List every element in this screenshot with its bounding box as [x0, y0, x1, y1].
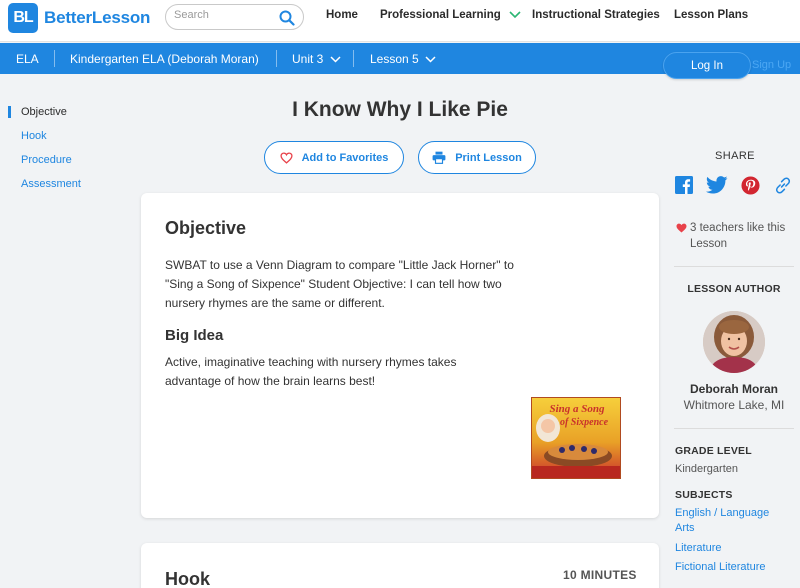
sidenav-procedure[interactable]: Procedure [21, 154, 72, 166]
nav-home[interactable]: Home [326, 9, 358, 21]
link-icon[interactable] [773, 176, 793, 195]
print-lesson-label: Print Lesson [455, 151, 522, 164]
grade-level-label: GRADE LEVEL [675, 445, 752, 457]
heart-icon [676, 223, 687, 233]
chevron-down-icon [330, 56, 341, 63]
top-navigation: BL BetterLesson Home Professional Learni… [0, 0, 800, 42]
add-to-favorites-button[interactable]: Add to Favorites [264, 141, 404, 174]
big-idea-heading: Big Idea [165, 327, 224, 344]
author-name[interactable]: Deborah Moran [674, 382, 794, 396]
search-icon[interactable] [279, 10, 295, 26]
chevron-down-icon [425, 56, 436, 63]
sidenav-assessment[interactable]: Assessment [21, 178, 81, 190]
facebook-icon[interactable] [675, 176, 693, 194]
login-button[interactable]: Log In [663, 52, 751, 79]
search-input[interactable] [174, 9, 274, 21]
breadcrumb-unit[interactable]: Unit 3 [292, 52, 341, 66]
big-idea-text: Active, imaginative teaching with nurser… [165, 355, 457, 388]
likes-count: 3 teachers like this Lesson [690, 222, 786, 250]
printer-icon [432, 151, 446, 164]
subject-link-literature[interactable]: Literature [675, 541, 721, 556]
breadcrumb-course[interactable]: Kindergarten ELA (Deborah Moran) [70, 52, 259, 66]
heart-outline-icon [280, 151, 293, 164]
grade-level-value: Kindergarten [675, 463, 738, 475]
search-box [165, 4, 304, 30]
active-section-indicator [8, 106, 11, 118]
breadcrumb-subject[interactable]: ELA [16, 52, 39, 66]
breadcrumb-divider [276, 50, 277, 67]
nav-professional-learning[interactable]: Professional Learning [380, 9, 521, 21]
chevron-down-icon [509, 11, 521, 19]
author-portrait [703, 311, 765, 373]
nav-instructional-strategies[interactable]: Instructional Strategies [532, 9, 660, 21]
pinterest-icon[interactable] [741, 176, 760, 195]
breadcrumb-divider [353, 50, 354, 67]
nav-professional-learning-label: Professional Learning [380, 9, 501, 21]
hook-duration: 10 MINUTES [563, 568, 637, 582]
breadcrumb-lesson-label: Lesson 5 [370, 52, 419, 66]
author-location: Whitmore Lake, MI [683, 398, 785, 412]
book-cover-image[interactable]: Sing a Song of Sixpence [531, 397, 621, 479]
nav-lesson-plans[interactable]: Lesson Plans [674, 9, 748, 21]
twitter-icon[interactable] [706, 176, 728, 194]
book-title-line1: Sing a Song [549, 403, 605, 415]
share-label: SHARE [715, 150, 755, 162]
divider [674, 266, 794, 267]
subject-link-ela[interactable]: English / Language Arts [675, 506, 785, 536]
signup-link[interactable]: Sign Up [752, 59, 791, 71]
hook-heading: Hook [165, 569, 210, 588]
sidenav-hook[interactable]: Hook [21, 130, 47, 142]
book-cover-illustration: Sing a Song of Sixpence [532, 403, 620, 478]
betterlesson-logo[interactable]: BL BetterLesson [8, 3, 150, 33]
add-to-favorites-label: Add to Favorites [301, 151, 389, 164]
print-lesson-button[interactable]: Print Lesson [418, 141, 536, 174]
breadcrumb-lesson[interactable]: Lesson 5 [370, 52, 436, 66]
author-avatar[interactable] [703, 311, 765, 373]
objective-heading: Objective [165, 218, 247, 238]
book-title-line2: of Sixpence [560, 417, 609, 428]
sidenav-objective[interactable]: Objective [21, 106, 67, 118]
lesson-title: I Know Why I Like Pie [292, 98, 508, 121]
breadcrumb-divider [54, 50, 55, 67]
divider [674, 428, 794, 429]
subjects-label: SUBJECTS [675, 489, 733, 501]
breadcrumb-unit-label: Unit 3 [292, 52, 324, 66]
subject-link-fictional-literature[interactable]: Fictional Literature [675, 560, 766, 575]
logo-text: BetterLesson [44, 8, 151, 27]
lesson-author-label: LESSON AUTHOR [687, 283, 781, 295]
objective-text: SWBAT to use a Venn Diagram to compare "… [165, 258, 514, 310]
logo-mark: BL [8, 3, 38, 33]
